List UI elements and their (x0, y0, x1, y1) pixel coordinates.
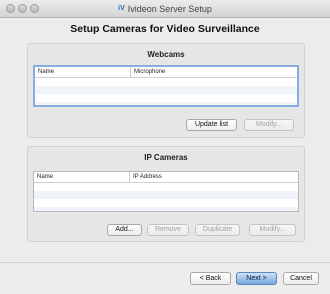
setup-window: iV Ivideon Server Setup Setup Cameras for… (0, 0, 330, 293)
title-bar: iV Ivideon Server Setup (0, 0, 330, 18)
window-title-container: iV Ivideon Server Setup (0, 0, 330, 18)
table-row (35, 102, 297, 105)
ip-cameras-group-title: IP Cameras (144, 153, 188, 162)
column-header-name[interactable]: Name (35, 67, 131, 77)
webcams-group-title: Webcams (147, 50, 185, 59)
next-button[interactable]: Next > (236, 272, 277, 285)
ip-cameras-table-header: Name IP Address (34, 172, 298, 183)
wizard-footer (0, 262, 330, 294)
table-row (35, 86, 297, 94)
table-row (34, 191, 298, 199)
ip-cameras-modify-button[interactable]: Modify... (249, 224, 296, 236)
webcams-group: Webcams Name Microphone Update list Modi… (27, 43, 305, 138)
remove-camera-button[interactable]: Remove (147, 224, 189, 236)
add-camera-button[interactable]: Add... (107, 224, 142, 236)
table-row (35, 94, 297, 102)
table-row (34, 199, 298, 207)
page-title: Setup Cameras for Video Surveillance (70, 23, 260, 35)
cancel-button[interactable]: Cancel (283, 272, 319, 285)
column-header-microphone[interactable]: Microphone (131, 67, 297, 77)
column-header-name[interactable]: Name (34, 172, 130, 182)
webcams-table-header: Name Microphone (35, 67, 297, 78)
back-button[interactable]: < Back (190, 272, 231, 285)
update-list-button[interactable]: Update list (186, 119, 237, 131)
ip-cameras-group: IP Cameras Name IP Address Add... Remove… (27, 146, 305, 242)
duplicate-camera-button[interactable]: Duplicate (195, 224, 240, 236)
window-title: Ivideon Server Setup (127, 4, 212, 14)
table-row (34, 207, 298, 211)
table-row (34, 183, 298, 191)
table-row (35, 78, 297, 86)
ip-cameras-table[interactable]: Name IP Address (33, 171, 299, 212)
ivideon-app-icon: iV (118, 5, 125, 12)
column-header-ip-address[interactable]: IP Address (130, 172, 298, 182)
webcams-modify-button[interactable]: Modify... (244, 119, 294, 131)
webcams-table[interactable]: Name Microphone (33, 65, 299, 107)
